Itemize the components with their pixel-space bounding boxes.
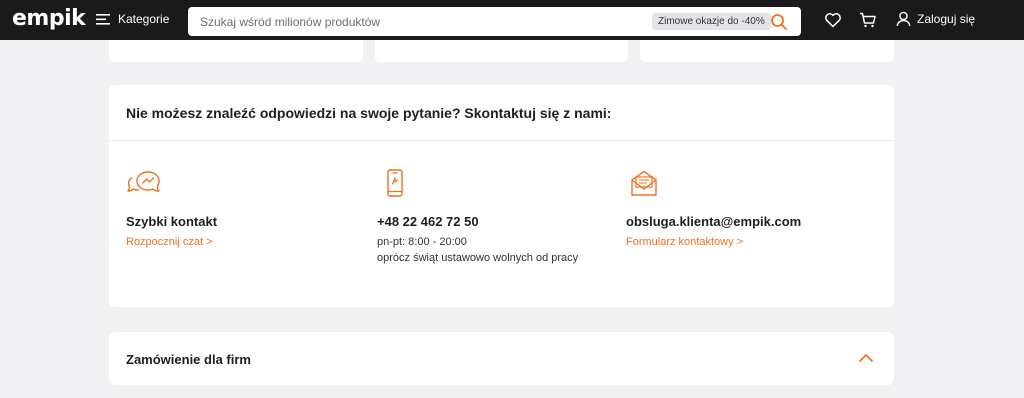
search-bar: Zimowe okazje do -40% [188,7,801,36]
chat-contact: Szybki kontakt Rozpocznij czat > [126,169,356,248]
business-order-title: Zamówienie dla firm [126,352,251,367]
chat-title: Szybki kontakt [126,214,218,229]
chat-icon [127,171,160,192]
search-icon[interactable] [770,13,788,31]
contact-section: Nie możesz znaleźć odpowiedzi na swoje p… [109,85,894,307]
categories-button[interactable]: Kategorie [96,12,169,26]
phone-number[interactable]: +48 22 462 72 50 [377,214,479,229]
phone-icon [387,169,403,197]
phone-hours: pn-pt: 8:00 - 20:00 [377,236,467,248]
user-icon [896,11,911,27]
phone-note: oprócz świąt ustawowo wolnych od pracy [377,252,579,264]
chevron-up-icon[interactable] [859,353,873,362]
empik-logo[interactable]: empik [12,6,86,31]
divider [109,140,894,141]
email-address[interactable]: obsluga.klienta@empik.com [626,214,801,229]
heart-icon[interactable] [824,11,842,29]
login-label: Zaloguj się [917,12,976,26]
promo-badge[interactable]: Zimowe okazje do -40% [652,13,771,30]
categories-label: Kategorie [118,12,170,26]
email-contact: obsluga.klienta@empik.com Formularz kont… [626,169,856,248]
search-input[interactable] [200,7,640,36]
contact-form-link[interactable]: Formularz kontaktowy > [626,236,743,248]
contact-heading: Nie możesz znaleźć odpowiedzi na swoje p… [126,105,612,121]
start-chat-link[interactable]: Rozpocznij czat > [126,236,213,248]
business-order-accordion[interactable]: Zamówienie dla firm [109,332,894,385]
login-button[interactable]: Zaloguj się [896,11,975,27]
card-top-2 [375,40,628,62]
hamburger-icon [96,13,110,25]
phone-contact: +48 22 462 72 50 pn-pt: 8:00 - 20:00 opr… [377,169,607,264]
card-top-3 [640,40,894,62]
top-header: empik Kategorie Zimowe okazje do -40% Za… [0,0,1024,40]
card-top-1 [109,40,363,62]
cart-icon[interactable] [859,11,877,29]
envelope-icon [631,170,657,196]
